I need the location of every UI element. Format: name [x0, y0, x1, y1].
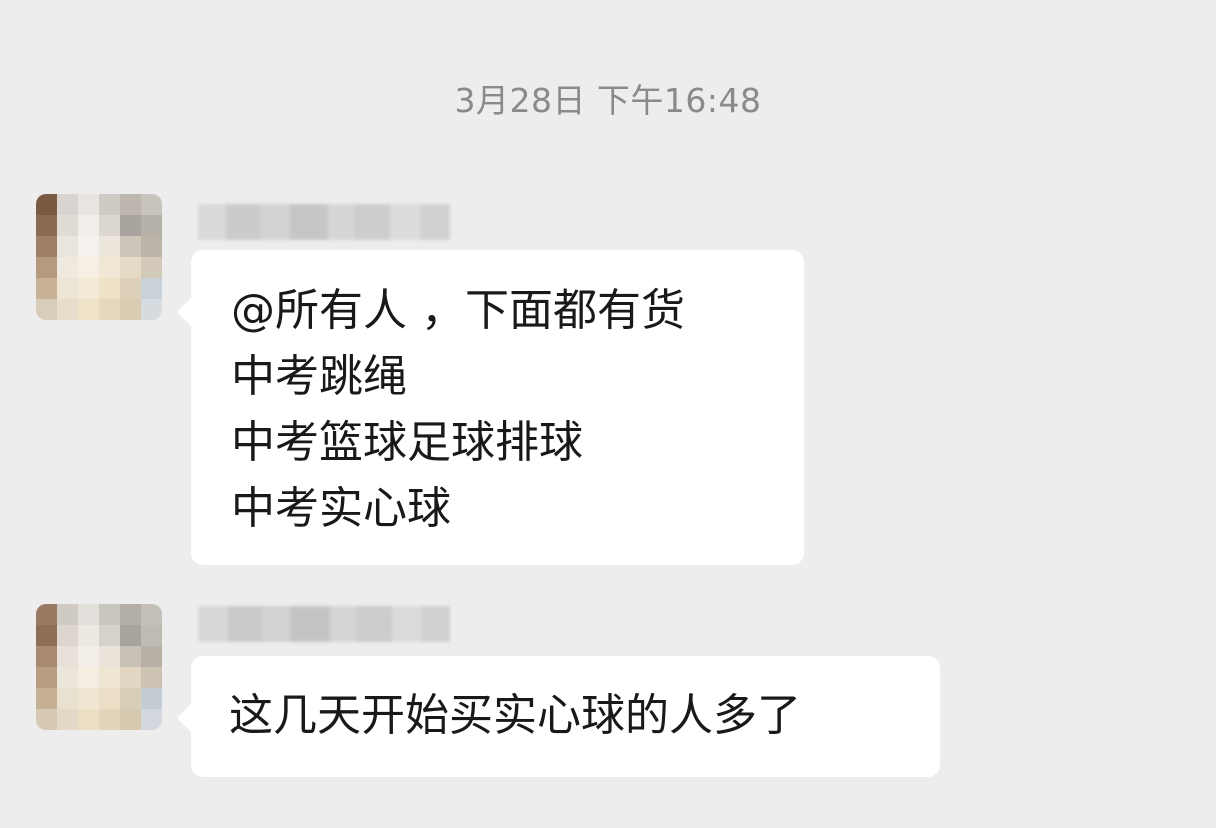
message-timestamp: 3月28日 下午16:48 [454, 81, 762, 120]
message-line: 中考跳绳 [231, 351, 407, 402]
message-bubble[interactable]: @所有人 ，下面都有货 中考跳绳 中考篮球足球排球 中考实心球 [177, 250, 804, 565]
sender-name-redacted [198, 606, 450, 642]
message-bubble[interactable]: 这几天开始买实心球的人多了 [177, 656, 940, 777]
sender-name-redacted [198, 204, 450, 240]
avatar[interactable] [36, 194, 162, 320]
message-line: 中考篮球足球排球 [231, 417, 583, 468]
avatar[interactable] [36, 604, 162, 730]
message-line: @所有人 ，下面都有货 [231, 285, 685, 336]
message-line: 这几天开始买实心球的人多了 [229, 690, 801, 741]
message-line: 中考实心球 [231, 483, 451, 534]
